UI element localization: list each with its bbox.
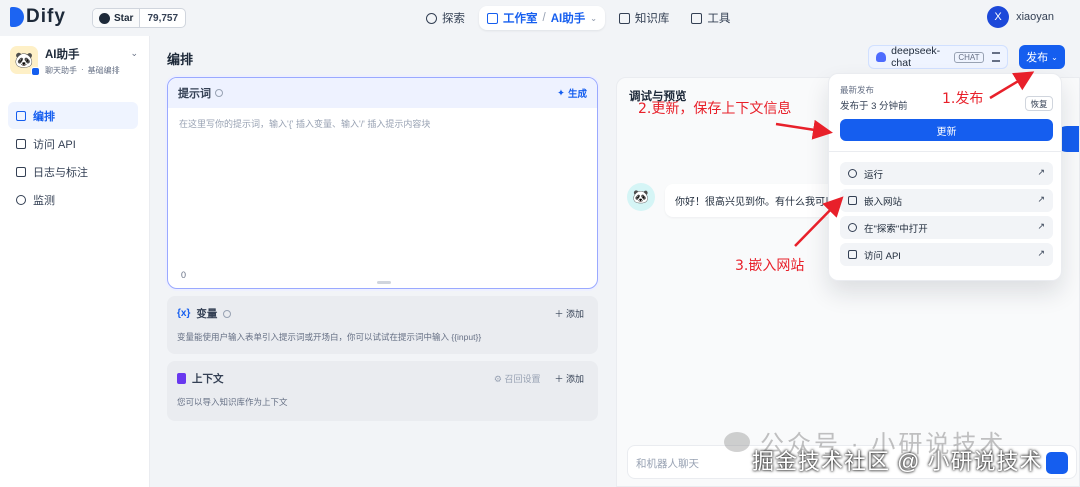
annotation-step2: 2.更新，保存上下文信息 (638, 101, 792, 117)
arrow-to-embed (794, 196, 844, 247)
annotation-step1: 1.发布 (942, 91, 984, 107)
wechat-icon (724, 431, 750, 452)
arrow-to-publish (989, 71, 1035, 100)
annotation-arrows (775, 71, 1035, 247)
arrow-to-update (775, 119, 833, 140)
annotation-step3: 3.嵌入网站 (735, 258, 805, 274)
watermark-juejin: 掘金技术社区 @ 小研说技术 (752, 449, 1043, 474)
